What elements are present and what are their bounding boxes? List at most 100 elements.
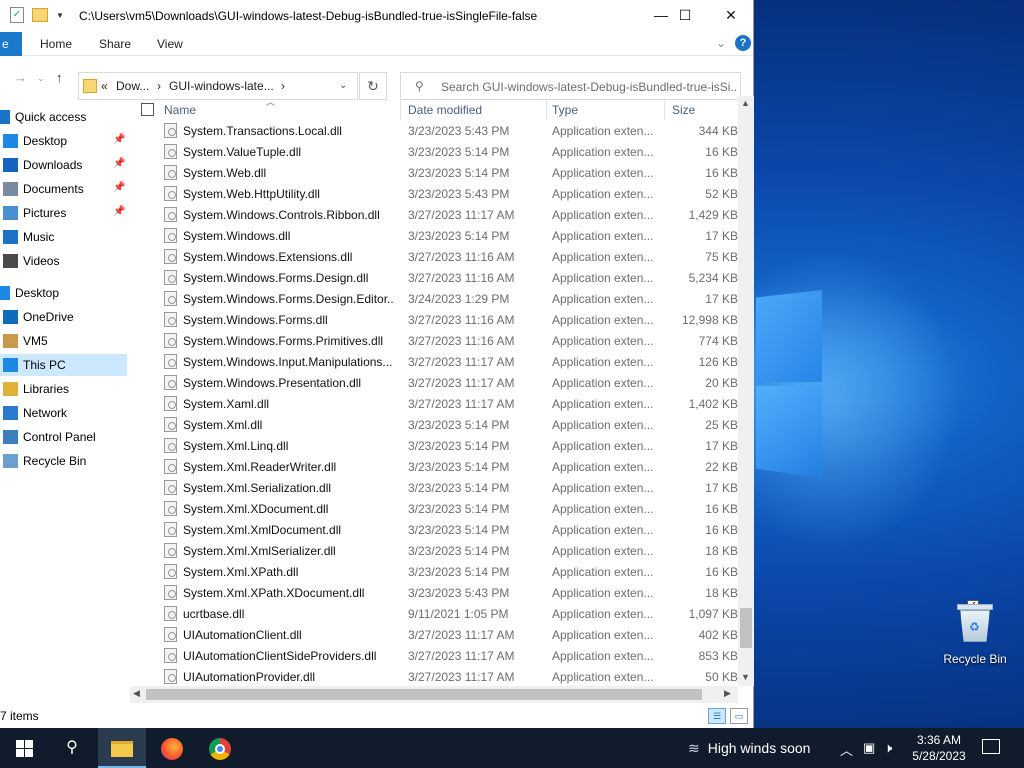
scrollbar-thumb[interactable] <box>740 608 752 648</box>
file-type: Application exten... <box>552 649 654 663</box>
breadcrumb-separator[interactable]: › <box>281 79 285 93</box>
start-button[interactable] <box>0 728 48 768</box>
tab-home[interactable]: Home <box>40 37 72 51</box>
nav-item-control-panel[interactable]: Control Panel <box>0 426 127 448</box>
column-name[interactable]: Name <box>164 103 196 117</box>
close-button[interactable]: ✕ <box>708 0 754 30</box>
file-row[interactable]: UIAutomationProvider.dll 3/27/2023 11:17 … <box>130 666 738 686</box>
file-row[interactable]: System.Web.dll 3/23/2023 5:14 PM Applicati… <box>130 162 738 183</box>
file-row[interactable]: System.Xml.XPath.XDocument.dll 3/23/2023 … <box>130 582 738 603</box>
up-icon[interactable]: ↑ <box>56 70 63 85</box>
file-row[interactable]: System.Xml.dll 3/23/2023 5:14 PM Applicati… <box>130 414 738 435</box>
file-row[interactable]: ucrtbase.dll 9/11/2021 1:05 PM Application… <box>130 603 738 624</box>
breadcrumb-separator[interactable]: › <box>157 79 161 93</box>
customize-dropdown-icon[interactable]: ▼ <box>56 11 64 20</box>
network-tray-icon[interactable]: ▣ <box>863 740 875 756</box>
nav-item-desktop[interactable]: Desktop <box>0 282 127 304</box>
notifications-icon[interactable] <box>982 739 1000 754</box>
properties-icon[interactable]: ✓ <box>10 7 24 23</box>
column-date-modified[interactable]: Date modified <box>408 103 482 117</box>
column-size[interactable]: Size <box>672 103 695 117</box>
file-row[interactable]: System.Windows.Forms.Design.dll 3/27/2023… <box>130 267 738 288</box>
breadcrumb-overflow[interactable]: « <box>101 79 108 93</box>
address-dropdown-icon[interactable]: ⌄ <box>339 80 347 91</box>
maximize-button[interactable]: ☐ <box>662 0 708 30</box>
file-row[interactable]: System.Windows.Extensions.dll 3/27/2023 1… <box>130 246 738 267</box>
file-size: 12,998 KB <box>681 313 738 327</box>
file-date-modified: 3/23/2023 5:14 PM <box>408 229 510 243</box>
file-row[interactable]: System.Xml.XPath.dll 3/23/2023 5:14 PM App… <box>130 561 738 582</box>
show-hidden-icons-icon[interactable]: ︿ <box>840 740 853 759</box>
file-row[interactable]: UIAutomationClientSideProviders.dll 3/27/… <box>130 645 738 666</box>
file-row[interactable]: System.Xml.XmlSerializer.dll 3/23/2023 5:… <box>130 540 738 561</box>
nav-item-libraries[interactable]: Libraries <box>0 378 127 400</box>
desktop-recycle-bin[interactable]: ✓ ♻ Recycle Bin <box>940 600 1010 666</box>
search-taskbar-button[interactable]: ⚲ <box>48 728 96 768</box>
forward-icon[interactable]: → <box>14 70 27 85</box>
file-row[interactable]: System.Windows.Forms.Primitives.dll 3/27/… <box>130 330 738 351</box>
horizontal-scrollbar[interactable]: ◀ ▶ <box>130 686 738 703</box>
large-icons-view-icon[interactable]: ▭ <box>730 708 748 724</box>
vertical-scrollbar[interactable]: ▲ ▼ <box>738 96 754 686</box>
file-row[interactable]: System.Xml.ReaderWriter.dll 3/23/2023 5:1… <box>130 456 738 477</box>
help-icon[interactable]: ? <box>735 35 751 51</box>
details-view-icon[interactable]: ☰ <box>708 708 726 724</box>
file-date-modified: 3/23/2023 5:14 PM <box>408 565 510 579</box>
volume-muted-icon[interactable]: 🕨 <box>884 740 892 756</box>
scroll-right-icon[interactable]: ▶ <box>724 688 731 699</box>
breadcrumb-downloads[interactable]: Dow... <box>116 79 149 93</box>
title-bar[interactable]: ✓ ▼ C:\Users\vm5\Downloads\GUI-windows-l… <box>0 0 753 32</box>
file-size: 75 KB <box>705 250 738 264</box>
dll-file-icon <box>164 291 177 306</box>
file-row[interactable]: System.Windows.Controls.Ribbon.dll 3/27/2… <box>130 204 738 225</box>
select-all-checkbox[interactable] <box>141 103 154 116</box>
firefox-taskbar-button[interactable] <box>148 728 196 768</box>
scroll-up-icon[interactable]: ▲ <box>741 98 750 108</box>
chrome-taskbar-button[interactable] <box>196 728 244 768</box>
file-row[interactable]: System.Windows.Presentation.dll 3/27/2023… <box>130 372 738 393</box>
file-explorer-taskbar-button[interactable] <box>98 728 146 768</box>
nav-item-pictures[interactable]: Pictures 📌 <box>0 202 127 224</box>
file-row[interactable]: UIAutomationClient.dll 3/27/2023 11:17 AM… <box>130 624 738 645</box>
nav-item-downloads[interactable]: Downloads 📌 <box>0 154 127 176</box>
nav-item-quick-access[interactable]: Quick access <box>0 106 127 128</box>
nav-item-label: Desktop <box>23 134 68 148</box>
file-row[interactable]: System.Xml.Linq.dll 3/23/2023 5:14 PM Appl… <box>130 435 738 456</box>
file-row[interactable]: System.ValueTuple.dll 3/23/2023 5:14 PM Ap… <box>130 141 738 162</box>
file-row[interactable]: System.Windows.Forms.Design.Editor... 3/2… <box>130 288 738 309</box>
file-row[interactable]: System.Windows.dll 3/23/2023 5:14 PM Appli… <box>130 225 738 246</box>
file-row[interactable]: System.Web.HttpUtility.dll 3/23/2023 5:43… <box>130 183 738 204</box>
nav-item-vm5[interactable]: VM5 <box>0 330 127 352</box>
weather-widget[interactable]: ≋ High winds soon <box>688 740 810 757</box>
file-row[interactable]: System.Transactions.Local.dll 3/23/2023 5… <box>130 120 738 141</box>
nav-item-recycle-bin[interactable]: Recycle Bin <box>0 450 127 472</box>
nav-item-videos[interactable]: Videos <box>0 250 127 272</box>
tab-share[interactable]: Share <box>99 37 131 51</box>
file-row[interactable]: System.Windows.Forms.dll 3/27/2023 11:16 … <box>130 309 738 330</box>
breadcrumb-current[interactable]: GUI-windows-late... <box>169 79 274 93</box>
file-row[interactable]: System.Xaml.dll 3/27/2023 11:17 AM Applica… <box>130 393 738 414</box>
file-type: Application exten... <box>552 145 654 159</box>
nav-item-desktop[interactable]: Desktop 📌 <box>0 130 127 152</box>
scroll-left-icon[interactable]: ◀ <box>133 688 140 699</box>
scrollbar-thumb[interactable] <box>146 689 702 700</box>
tab-view[interactable]: View <box>157 37 183 51</box>
file-date-modified: 3/23/2023 5:14 PM <box>408 439 510 453</box>
nav-item-onedrive[interactable]: OneDrive <box>0 306 127 328</box>
clock[interactable]: 3:36 AM 5/28/2023 <box>900 732 978 764</box>
file-row[interactable]: System.Xml.XmlDocument.dll 3/23/2023 5:14… <box>130 519 738 540</box>
nav-item-network[interactable]: Network <box>0 402 127 424</box>
recent-locations-icon[interactable]: ⌄ <box>37 73 45 84</box>
nav-item-this-pc[interactable]: This PC <box>0 354 127 376</box>
expand-ribbon-icon[interactable]: ⌄ <box>716 36 726 50</box>
nav-item-music[interactable]: Music <box>0 226 127 248</box>
file-row[interactable]: System.Xml.Serialization.dll 3/23/2023 5:… <box>130 477 738 498</box>
nav-item-documents[interactable]: Documents 📌 <box>0 178 127 200</box>
scroll-down-icon[interactable]: ▼ <box>741 672 750 682</box>
new-folder-icon[interactable] <box>32 8 48 22</box>
file-row[interactable]: System.Windows.Input.Manipulations... 3/2… <box>130 351 738 372</box>
file-row[interactable]: System.Xml.XDocument.dll 3/23/2023 5:14 P… <box>130 498 738 519</box>
column-type[interactable]: Type <box>552 103 578 117</box>
file-type: Application exten... <box>552 565 654 579</box>
tab-file[interactable]: e <box>0 32 22 56</box>
